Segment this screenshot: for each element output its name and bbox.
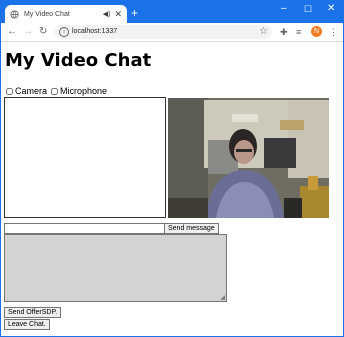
maximize-icon[interactable]: ☐ [304,3,312,15]
microphone-checkbox[interactable] [51,87,59,95]
speaker-icon[interactable]: ◀) [103,10,111,18]
minimize-icon[interactable]: – [281,3,287,15]
tab-title: My Video Chat [24,10,70,18]
send-offer-sdp-button[interactable]: Send OfferSDP. [4,307,62,318]
local-video [4,97,166,218]
camera-checkbox[interactable] [6,87,13,95]
window-close-icon[interactable]: ✕ [327,3,335,15]
message-input[interactable] [4,223,165,234]
page-content: My Video Chat Camera Microphone Send mes… [1,42,343,336]
puzzle-icon[interactable]: ✚ [280,25,288,39]
arrow-right-icon[interactable]: → [23,25,33,39]
avatar[interactable]: N [311,26,322,37]
arrow-left-icon[interactable]: ← [7,25,17,39]
star-icon[interactable]: ☆ [259,25,268,39]
url-text: localhost:1337 [72,28,118,35]
kebab-icon[interactable]: ⋮ [329,25,338,39]
send-message-button[interactable]: Send message [164,223,219,234]
info-icon[interactable]: i [59,27,69,37]
microphone-label: Microphone [60,86,108,96]
page-title: My Video Chat [5,50,152,71]
globe-icon [10,9,19,19]
media-options: Camera Microphone [5,86,110,96]
browser-window: My Video Chat ◀) ✕ + – ☐ ✕ ← → ↻ i local… [1,1,343,336]
browser-toolbar: ← → ↻ i localhost:1337 ☆ ✚ ≡ N ⋮ [1,23,343,42]
media-queue-icon[interactable]: ≡ [296,25,301,39]
reload-icon[interactable]: ↻ [39,25,47,39]
resize-handle-icon[interactable]: ◢ [220,294,225,301]
tab-strip: My Video Chat ◀) ✕ + – ☐ ✕ [1,1,343,23]
remote-video-frame [168,98,329,218]
browser-tab[interactable]: My Video Chat ◀) ✕ [5,5,127,23]
remote-video [168,98,329,218]
leave-chat-button[interactable]: Leave Chat. [4,319,50,330]
camera-label: Camera [15,86,48,96]
chat-log-textarea[interactable]: ◢ [4,234,227,302]
address-bar[interactable]: i localhost:1337 ☆ [54,25,272,39]
new-tab-button[interactable]: + [131,7,138,19]
camera-option[interactable]: Camera [5,86,47,96]
microphone-option[interactable]: Microphone [50,86,107,96]
close-icon[interactable]: ✕ [114,9,122,20]
